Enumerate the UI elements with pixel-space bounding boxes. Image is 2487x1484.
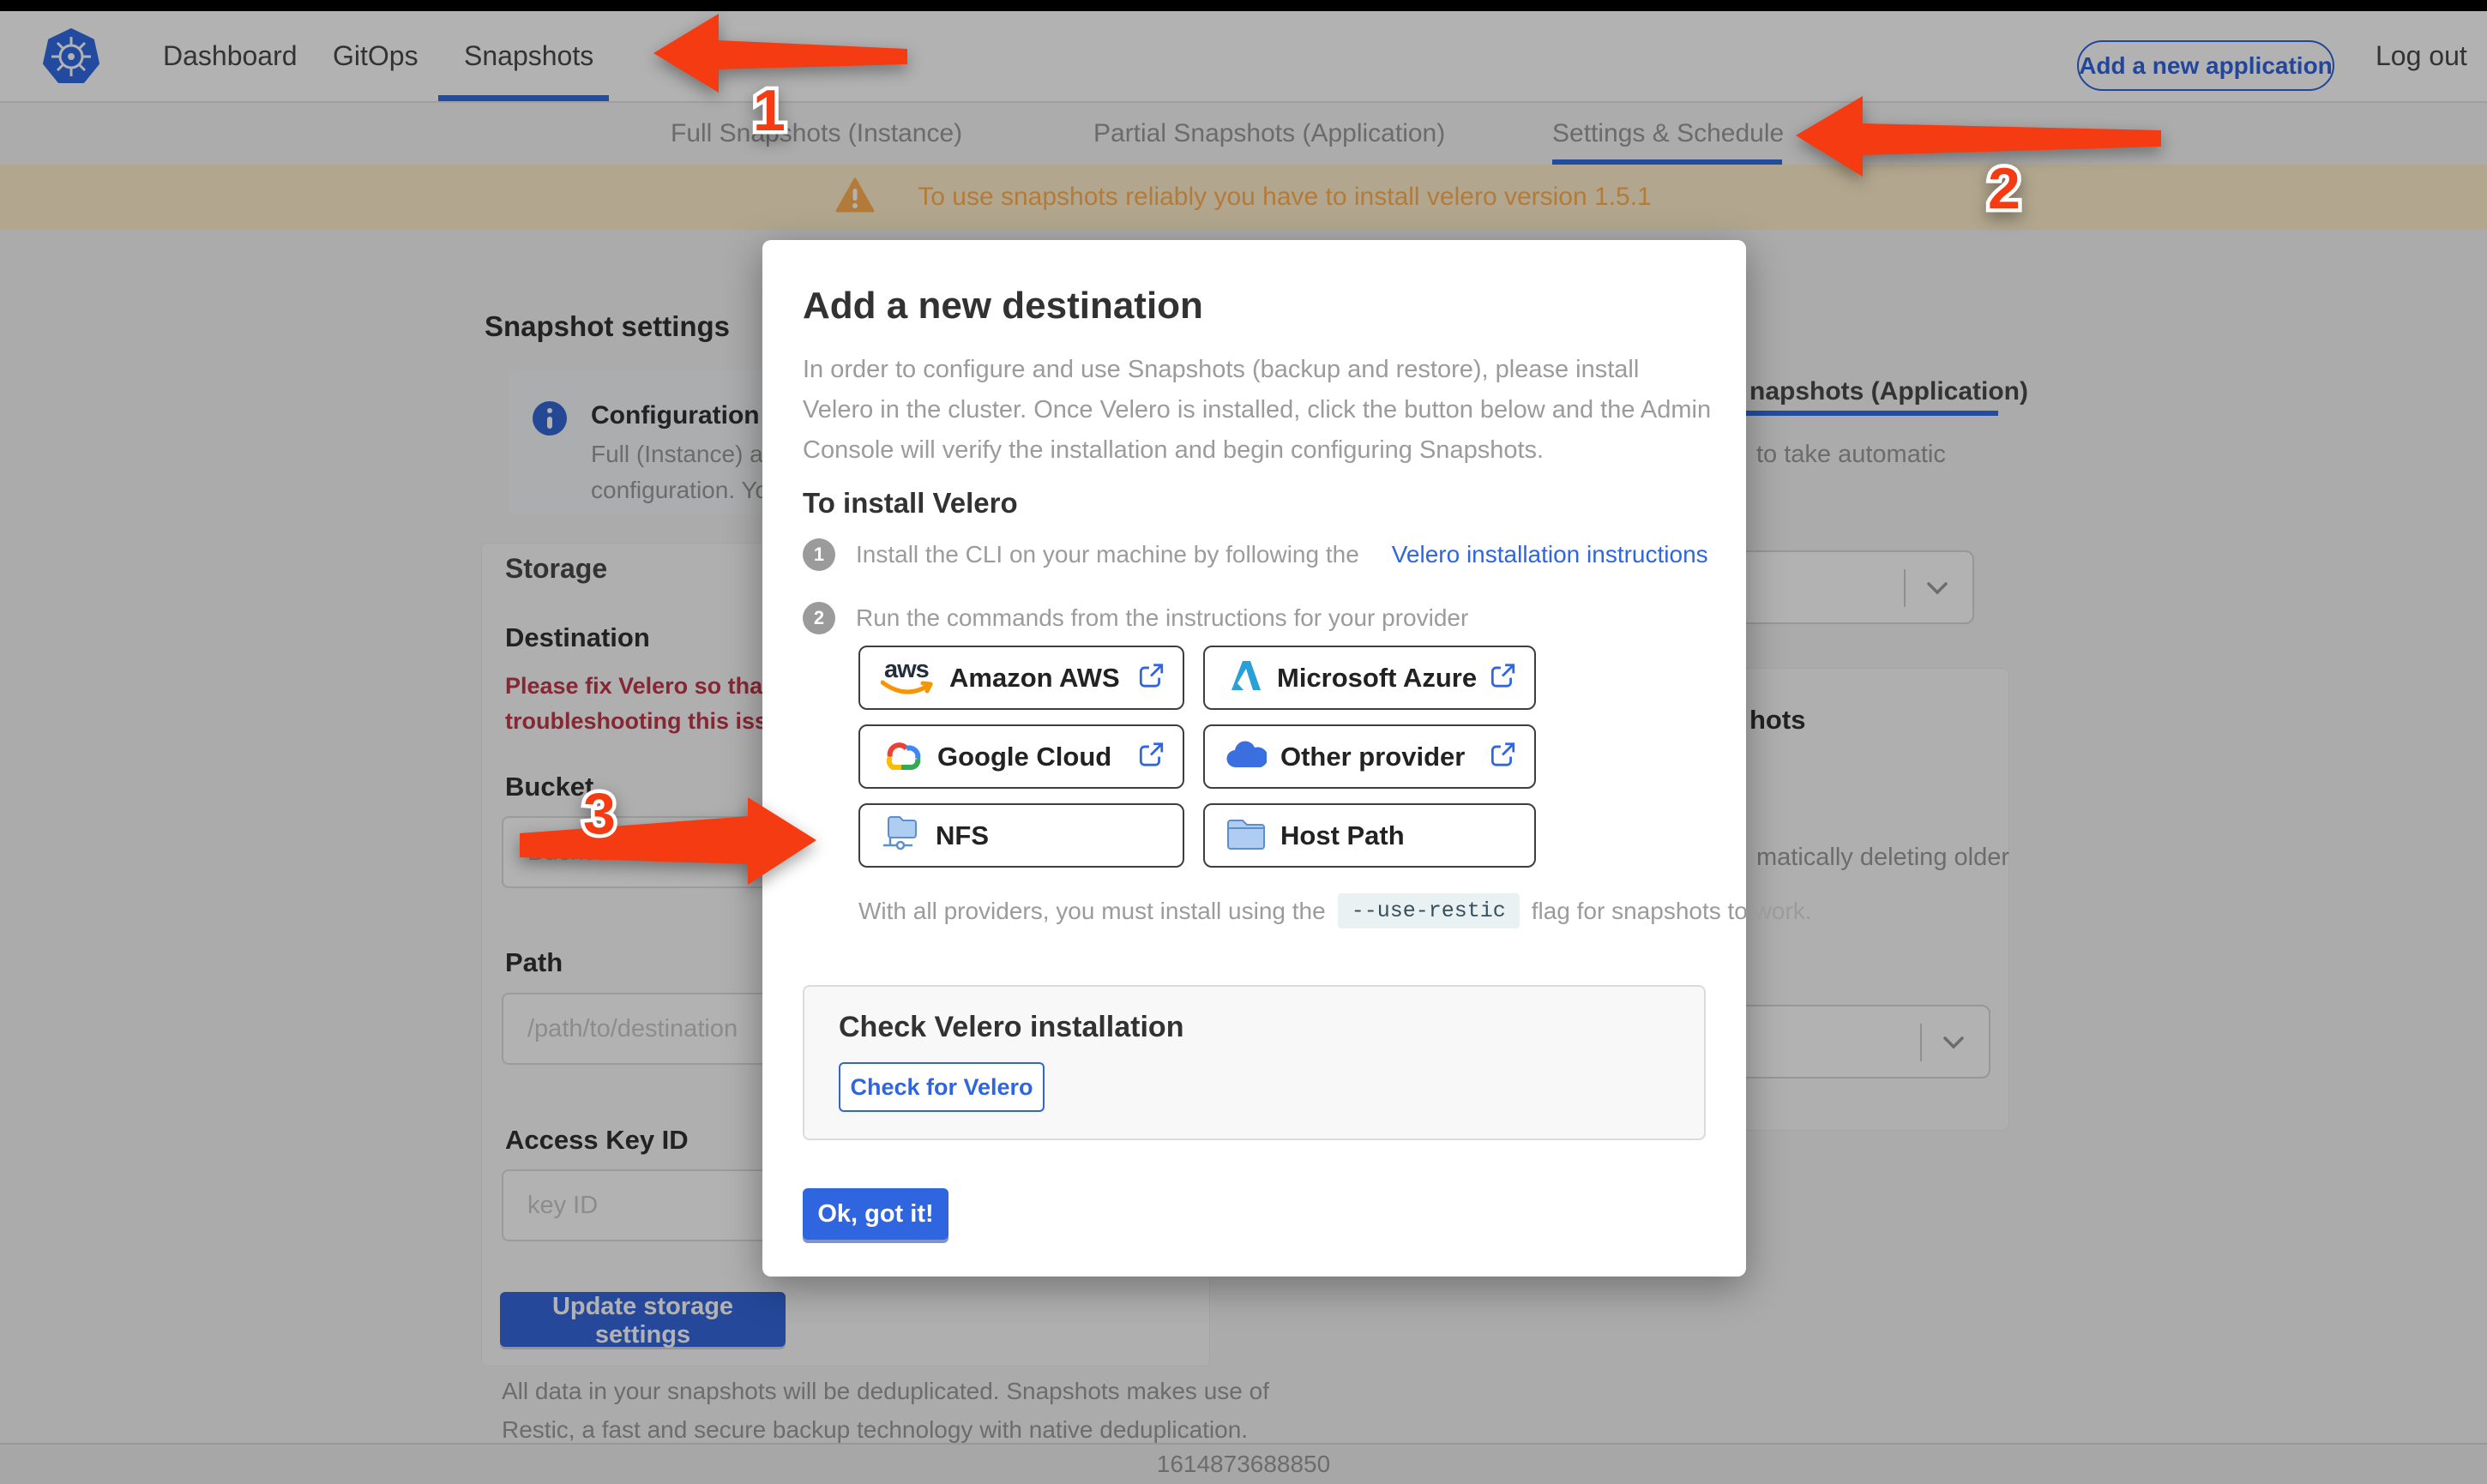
provider-nfs[interactable]: NFS bbox=[858, 803, 1184, 868]
step-number-badge: 2 bbox=[803, 602, 835, 634]
provider-google-cloud[interactable]: Google Cloud bbox=[858, 724, 1184, 789]
provider-label: NFS bbox=[936, 820, 989, 851]
check-for-velero-button[interactable]: Check for Velero bbox=[839, 1062, 1045, 1112]
provider-label: Microsoft Azure bbox=[1277, 663, 1477, 694]
note-text: flag for snapshots to work. bbox=[1532, 898, 1812, 925]
restic-note: With all providers, you must install usi… bbox=[858, 893, 1812, 928]
velero-install-instructions-link[interactable]: Velero installation instructions bbox=[1392, 541, 1708, 568]
step-text: Run the commands from the instructions f… bbox=[856, 604, 1468, 632]
install-step-1: 1 Install the CLI on your machine by fol… bbox=[803, 538, 1708, 571]
cloud-icon bbox=[1225, 739, 1267, 774]
external-link-icon bbox=[1488, 740, 1517, 773]
step-number-badge: 1 bbox=[803, 538, 835, 571]
provider-label: Amazon AWS bbox=[949, 663, 1120, 694]
check-velero-section: Check Velero installation Check for Vele… bbox=[803, 985, 1706, 1140]
admin-console-screen: Dashboard GitOps Snapshots Add a new app… bbox=[0, 0, 2487, 1484]
external-link-icon bbox=[1136, 661, 1165, 694]
modal-intro-text: In order to configure and use Snapshots … bbox=[803, 350, 1712, 471]
external-link-icon bbox=[1136, 740, 1165, 773]
provider-host-path[interactable]: Host Path bbox=[1203, 803, 1536, 868]
folder-icon bbox=[1225, 815, 1267, 856]
ok-got-it-button[interactable]: Ok, got it! bbox=[803, 1188, 948, 1240]
check-velero-heading: Check Velero installation bbox=[839, 1011, 1183, 1044]
provider-label: Google Cloud bbox=[937, 742, 1111, 772]
add-destination-modal: Add a new destination In order to config… bbox=[762, 240, 1746, 1277]
provider-amazon-aws[interactable]: aws Amazon AWS bbox=[858, 646, 1184, 710]
install-velero-heading: To install Velero bbox=[803, 487, 1018, 520]
provider-label: Host Path bbox=[1280, 820, 1405, 851]
azure-icon bbox=[1225, 658, 1263, 697]
provider-other[interactable]: Other provider bbox=[1203, 724, 1536, 789]
note-text: With all providers, you must install usi… bbox=[858, 898, 1326, 925]
use-restic-code-chip: --use-restic bbox=[1338, 893, 1520, 928]
step-text: Install the CLI on your machine by follo… bbox=[856, 541, 1359, 568]
provider-grid: aws Amazon AWS bbox=[858, 646, 1536, 868]
provider-microsoft-azure[interactable]: Microsoft Azure bbox=[1203, 646, 1536, 710]
modal-title: Add a new destination bbox=[803, 285, 1203, 327]
provider-label: Other provider bbox=[1280, 742, 1465, 772]
google-cloud-icon bbox=[881, 737, 924, 776]
nfs-folder-icon bbox=[881, 814, 922, 857]
install-step-2: 2 Run the commands from the instructions… bbox=[803, 602, 1468, 634]
external-link-icon bbox=[1488, 661, 1517, 694]
aws-icon: aws bbox=[881, 658, 936, 699]
